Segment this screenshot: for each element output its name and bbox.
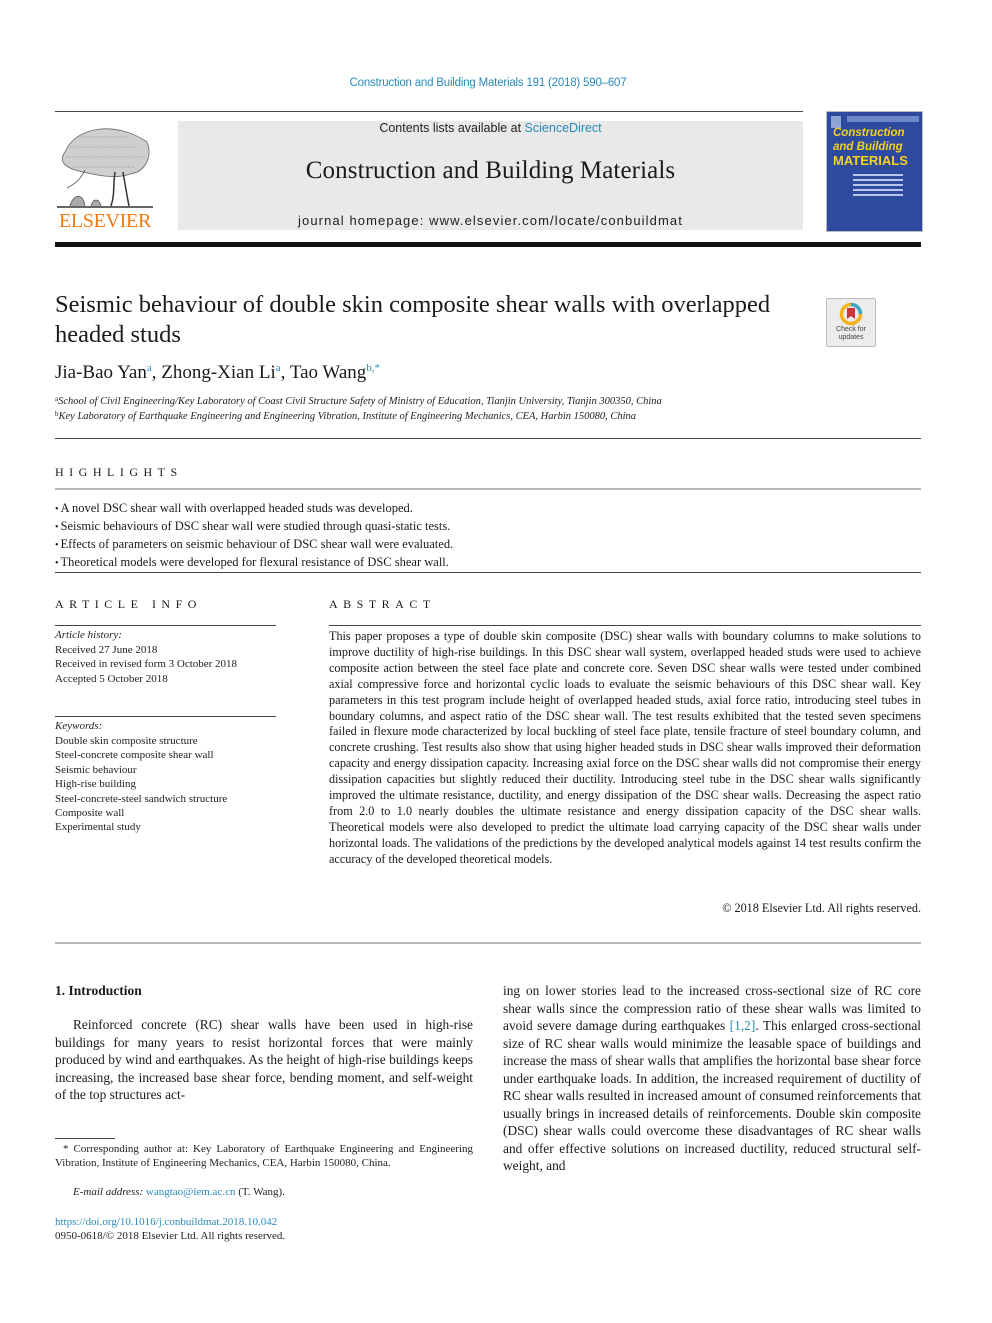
author-name[interactable]: Zhong-Xian Li <box>161 362 276 383</box>
author-list: Jia-Bao Yana, Zhong-Xian Lia, Tao Wangb,… <box>55 362 381 383</box>
email-link[interactable]: wangtao@iem.ac.cn <box>146 1186 236 1198</box>
author-name[interactable]: Tao Wang <box>290 362 366 383</box>
cover-subtitle-lines <box>853 174 903 199</box>
abstract-heading: ABSTRACT <box>329 597 436 611</box>
keywords-list: Double skin composite structure Steel-co… <box>55 734 285 835</box>
check-for-updates-button[interactable]: Check for updates <box>826 298 876 347</box>
highlights-heading: HIGHLIGHTS <box>55 465 183 479</box>
keyword-item: Steel-concrete composite shear wall <box>55 749 214 762</box>
check-updates-icon <box>839 302 863 326</box>
email-suffix: (T. Wang). <box>235 1186 285 1198</box>
header-rule <box>55 111 803 112</box>
introduction-paragraph: Reinforced concrete (RC) shear walls hav… <box>55 1017 473 1102</box>
affiliation-a: aSchool of Civil Engineering/Key Laborat… <box>55 395 662 407</box>
keywords-rule <box>55 716 276 717</box>
cover-stripe <box>847 116 919 122</box>
history-item: Received in revised form 3 October 2018 <box>55 658 238 671</box>
cover-title-line2: and Building <box>833 141 903 153</box>
cover-title: Construction and Building MATERIALS <box>833 126 921 168</box>
highlight-item: Effects of parameters on seismic behavio… <box>55 536 921 554</box>
check-updates-label: Check for updates <box>827 326 875 342</box>
contents-line: Contents lists available at ScienceDirec… <box>178 121 803 135</box>
affiliation-b: bKey Laboratory of Earthquake Engineerin… <box>55 410 636 422</box>
email-label: E-mail address: <box>73 1186 144 1198</box>
author-affiliation-mark[interactable]: a <box>147 362 152 374</box>
footnote-rule <box>55 1138 115 1139</box>
keywords-label: Keywords: <box>55 720 103 732</box>
check-updates-line2: updates <box>838 334 864 341</box>
abstract-copyright: © 2018 Elsevier Ltd. All rights reserved… <box>722 901 921 915</box>
history-item: Accepted 5 October 2018 <box>55 672 168 685</box>
header-thick-rule <box>55 242 921 247</box>
author-name[interactable]: Jia-Bao Yan <box>55 362 147 383</box>
keyword-item: Steel-concrete-steel sandwich structure <box>55 792 228 805</box>
article-title: Seismic behaviour of double skin composi… <box>55 291 771 348</box>
article-info-rule <box>55 625 276 626</box>
doi-link[interactable]: https://doi.org/10.1016/j.conbuildmat.20… <box>55 1216 277 1228</box>
paragraph-text: . This enlarged cross-sectional size of … <box>503 1018 921 1173</box>
highlights-rule <box>55 488 921 490</box>
article-info-heading: ARTICLE INFO <box>55 597 202 611</box>
abstract-text: This paper proposes a type of double ski… <box>329 629 921 866</box>
abstract-rule <box>329 625 921 626</box>
introduction-heading: 1. Introduction <box>55 983 142 998</box>
affiliation-text: School of Civil Engineering/Key Laborato… <box>58 396 662 407</box>
check-updates-line1: Check for <box>836 326 866 333</box>
author-affiliation-mark[interactable]: b,* <box>366 362 380 374</box>
keyword-item: Experimental study <box>55 821 141 834</box>
elsevier-logo[interactable]: ELSEVIER <box>55 122 155 234</box>
journal-homepage-link[interactable]: journal homepage: www.elsevier.com/locat… <box>178 213 803 228</box>
author-affiliation-mark[interactable]: a <box>276 362 281 374</box>
history-item: Received 27 June 2018 <box>55 644 158 656</box>
sciencedirect-link[interactable]: ScienceDirect <box>525 121 602 135</box>
article-history-label: Article history: <box>55 629 122 641</box>
affiliation-text: Key Laboratory of Earthquake Engineering… <box>58 411 637 422</box>
highlight-item: A novel DSC shear wall with overlapped h… <box>55 500 921 518</box>
elsevier-tree-icon <box>57 128 153 208</box>
journal-banner: Contents lists available at ScienceDirec… <box>178 121 803 230</box>
keyword-item: Double skin composite structure <box>55 735 198 747</box>
keyword-item: High-rise building <box>55 778 136 791</box>
cover-title-line3: MATERIALS <box>833 153 908 168</box>
highlights-list: A novel DSC shear wall with overlapped h… <box>55 500 921 572</box>
journal-cover-image[interactable]: Construction and Building MATERIALS <box>826 111 923 232</box>
article-history: Received 27 June 2018 Received in revise… <box>55 643 285 686</box>
introduction-left-column: Reinforced concrete (RC) shear walls hav… <box>55 1016 473 1104</box>
elsevier-wordmark: ELSEVIER <box>58 210 152 232</box>
issn-copyright: 0950-0618/© 2018 Elsevier Ltd. All right… <box>55 1230 286 1242</box>
keyword-item: Composite wall <box>55 807 125 820</box>
contents-prefix: Contents lists available at <box>379 121 525 135</box>
highlight-item: Theoretical models were developed for fl… <box>55 554 921 572</box>
cover-title-line1: Construction <box>833 127 905 139</box>
journal-reference-link[interactable]: Construction and Building Materials 191 … <box>0 77 976 89</box>
journal-name: Construction and Building Materials <box>305 157 676 184</box>
introduction-paragraph-continued: ing on lower stories lead to the increas… <box>503 982 921 1175</box>
highlight-item: Seismic behaviours of DSC shear wall wer… <box>55 518 921 536</box>
email-line: E-mail address: wangtao@iem.ac.cn (T. Wa… <box>55 1186 285 1198</box>
title-section-rule <box>55 438 921 439</box>
keyword-item: Seismic behaviour <box>55 763 137 776</box>
introduction-right-column: ing on lower stories lead to the increas… <box>503 982 921 1175</box>
citation-link[interactable]: [1,2] <box>730 1018 756 1033</box>
corresponding-author-note: * Corresponding author at: Key Laborator… <box>55 1143 473 1169</box>
abstract-end-rule <box>55 942 921 944</box>
highlights-end-rule <box>55 572 921 573</box>
